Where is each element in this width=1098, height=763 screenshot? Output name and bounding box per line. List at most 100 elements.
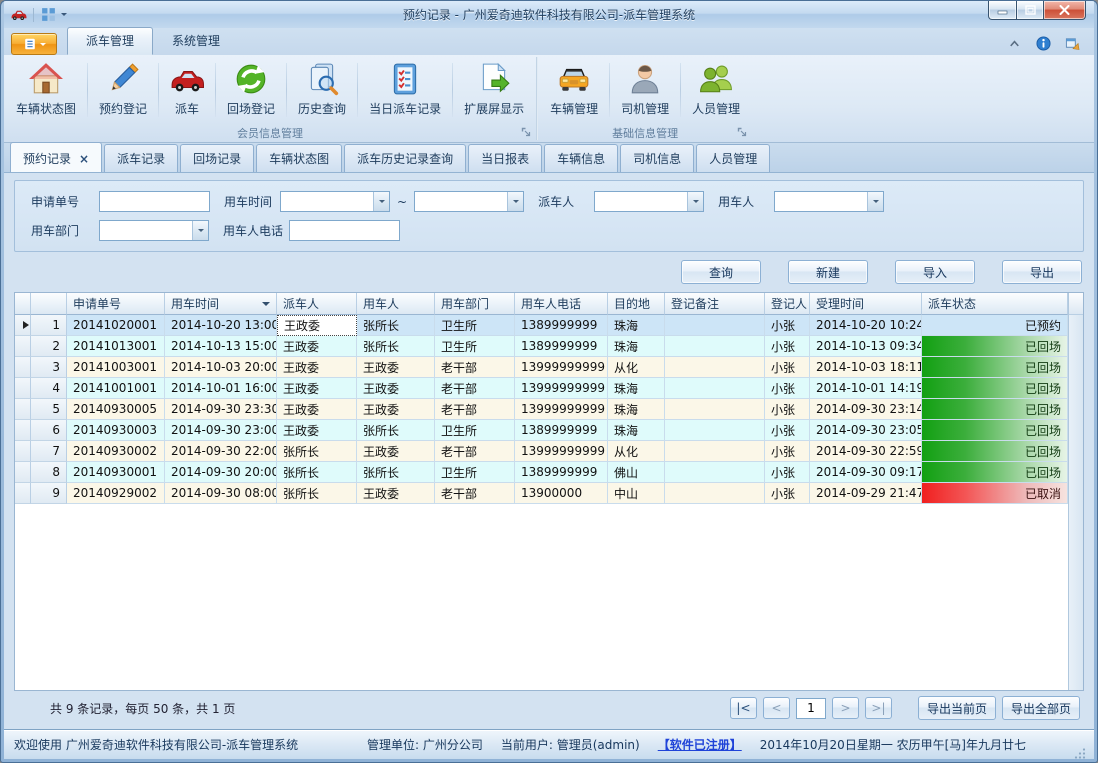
- cell-phone[interactable]: 13900000: [515, 483, 608, 504]
- cell-accept_time[interactable]: 2014-10-13 09:34: [810, 336, 922, 357]
- cell-note[interactable]: [665, 462, 765, 483]
- cell-dept[interactable]: 卫生所: [435, 336, 515, 357]
- export-button[interactable]: 导出: [1002, 260, 1082, 284]
- cell-user[interactable]: 王政委: [357, 399, 435, 420]
- column-header-accept_time[interactable]: 受理时间: [810, 293, 922, 315]
- cell-user[interactable]: 张所长: [357, 336, 435, 357]
- cell-dept[interactable]: 卫生所: [435, 462, 515, 483]
- resize-grip[interactable]: [1074, 747, 1086, 759]
- doc-tab-personnel-management[interactable]: 人员管理: [696, 144, 770, 172]
- column-header-note[interactable]: 登记备注: [665, 293, 765, 315]
- cell-use_time[interactable]: 2014-10-13 15:00: [165, 336, 277, 357]
- doc-tab-return-records[interactable]: 回场记录: [180, 144, 254, 172]
- cell-phone[interactable]: 1389999999: [515, 336, 608, 357]
- close-button[interactable]: [1044, 1, 1086, 20]
- cell-dept[interactable]: 卫生所: [435, 315, 515, 336]
- ribbon-button-reservation-register[interactable]: 预约登记: [89, 57, 157, 123]
- app-menu-button[interactable]: [11, 33, 57, 55]
- cell-accept_time[interactable]: 2014-09-29 21:47: [810, 483, 922, 504]
- cell-status[interactable]: 已取消: [922, 483, 1068, 504]
- cell-user[interactable]: 张所长: [357, 420, 435, 441]
- ribbon-tab-0[interactable]: 派车管理: [67, 27, 153, 55]
- dialog-launcher-icon[interactable]: [737, 127, 748, 138]
- cell-dept[interactable]: 老干部: [435, 357, 515, 378]
- cell-phone[interactable]: 1389999999: [515, 462, 608, 483]
- cell-order_no[interactable]: 20141013001: [67, 336, 165, 357]
- filter-combo-dispatcher[interactable]: [594, 191, 704, 212]
- next-page-button[interactable]: >: [832, 697, 859, 719]
- cell-use_time[interactable]: 2014-09-30 22:00: [165, 441, 277, 462]
- doc-tab-daily-report[interactable]: 当日报表: [468, 144, 542, 172]
- cell-order_no[interactable]: 20141020001: [67, 315, 165, 336]
- table-row[interactable]: 9201409290022014-09-30 08:00张所长王政委老干部139…: [15, 483, 1068, 504]
- minimize-button[interactable]: [988, 1, 1017, 20]
- export-current-page-button[interactable]: 导出当前页: [918, 696, 996, 720]
- cell-accept_time[interactable]: 2014-09-30 22:59: [810, 441, 922, 462]
- last-page-button[interactable]: >|: [865, 697, 892, 719]
- export-all-pages-button[interactable]: 导出全部页: [1002, 696, 1080, 720]
- cell-phone[interactable]: 13999999999: [515, 441, 608, 462]
- cell-dept[interactable]: 老干部: [435, 441, 515, 462]
- combo-dropdown-button[interactable]: [867, 192, 883, 211]
- cell-dispatcher[interactable]: 王政委: [277, 315, 357, 336]
- cell-dispatcher[interactable]: 王政委: [277, 399, 357, 420]
- column-header-user[interactable]: 用车人: [357, 293, 435, 315]
- cell-registrar[interactable]: 小张: [765, 462, 810, 483]
- doc-tab-dispatch-records[interactable]: 派车记录: [104, 144, 178, 172]
- cell-dept[interactable]: 老干部: [435, 399, 515, 420]
- cell-registrar[interactable]: 小张: [765, 441, 810, 462]
- cell-status[interactable]: 已回场: [922, 378, 1068, 399]
- cell-registrar[interactable]: 小张: [765, 315, 810, 336]
- table-row[interactable]: 7201409300022014-09-30 22:00张所长王政委老干部139…: [15, 441, 1068, 462]
- combo-dropdown-button[interactable]: [373, 192, 389, 211]
- cell-order_no[interactable]: 20140930001: [67, 462, 165, 483]
- cell-dest[interactable]: 珠海: [608, 378, 665, 399]
- cell-dispatcher[interactable]: 王政委: [277, 336, 357, 357]
- license-link[interactable]: 【软件已注册】: [658, 736, 742, 753]
- cell-order_no[interactable]: 20141001001: [67, 378, 165, 399]
- page-number-input[interactable]: [796, 698, 826, 719]
- new-button[interactable]: 新建: [788, 260, 868, 284]
- ribbon-button-extended-screen[interactable]: 扩展屏显示: [454, 57, 534, 123]
- cell-registrar[interactable]: 小张: [765, 399, 810, 420]
- cell-phone[interactable]: 13999999999: [515, 357, 608, 378]
- filter-input-order-no[interactable]: [99, 191, 210, 212]
- cell-use_time[interactable]: 2014-09-30 20:00: [165, 462, 277, 483]
- cell-user[interactable]: 王政委: [357, 357, 435, 378]
- ribbon-button-vehicle-management[interactable]: 车辆管理: [540, 57, 608, 123]
- cell-order_no[interactable]: 20140929002: [67, 483, 165, 504]
- first-page-button[interactable]: |<: [730, 697, 757, 719]
- cell-accept_time[interactable]: 2014-10-03 18:11: [810, 357, 922, 378]
- doc-tab-vehicle-info[interactable]: 车辆信息: [544, 144, 618, 172]
- cell-dest[interactable]: 珠海: [608, 399, 665, 420]
- cell-note[interactable]: [665, 357, 765, 378]
- cell-dept[interactable]: 老干部: [435, 378, 515, 399]
- import-button[interactable]: 导入: [895, 260, 975, 284]
- ribbon-button-return-register[interactable]: 回场登记: [217, 57, 285, 123]
- table-row[interactable]: 4201410010012014-10-01 16:00王政委王政委老干部139…: [15, 378, 1068, 399]
- doc-tab-driver-info[interactable]: 司机信息: [620, 144, 694, 172]
- ribbon-button-today-dispatch-records[interactable]: 当日派车记录: [359, 57, 451, 123]
- combo-dropdown-button[interactable]: [192, 221, 208, 240]
- cell-status[interactable]: 已回场: [922, 357, 1068, 378]
- column-header-order_no[interactable]: 申请单号: [67, 293, 165, 315]
- cell-use_time[interactable]: 2014-09-30 23:00: [165, 420, 277, 441]
- prev-page-button[interactable]: <: [763, 697, 790, 719]
- vertical-scrollbar[interactable]: [1068, 293, 1083, 690]
- cell-use_time[interactable]: 2014-09-30 23:30: [165, 399, 277, 420]
- ribbon-button-personnel-management[interactable]: 人员管理: [682, 57, 750, 123]
- cell-phone[interactable]: 1389999999: [515, 420, 608, 441]
- cell-dest[interactable]: 珠海: [608, 420, 665, 441]
- filter-combo-use-time-range-from[interactable]: [280, 191, 390, 212]
- column-header-phone[interactable]: 用车人电话: [515, 293, 608, 315]
- ribbon-tab-1[interactable]: 系统管理: [153, 27, 239, 55]
- cell-phone[interactable]: 1389999999: [515, 315, 608, 336]
- cell-order_no[interactable]: 20140930005: [67, 399, 165, 420]
- cell-accept_time[interactable]: 2014-09-30 09:17: [810, 462, 922, 483]
- table-row[interactable]: 3201410030012014-10-03 20:00王政委王政委老干部139…: [15, 357, 1068, 378]
- cell-status[interactable]: 已回场: [922, 420, 1068, 441]
- cell-dispatcher[interactable]: 王政委: [277, 378, 357, 399]
- ribbon-button-driver-management[interactable]: 司机管理: [611, 57, 679, 123]
- cell-accept_time[interactable]: 2014-10-01 14:19: [810, 378, 922, 399]
- cell-status[interactable]: 已回场: [922, 399, 1068, 420]
